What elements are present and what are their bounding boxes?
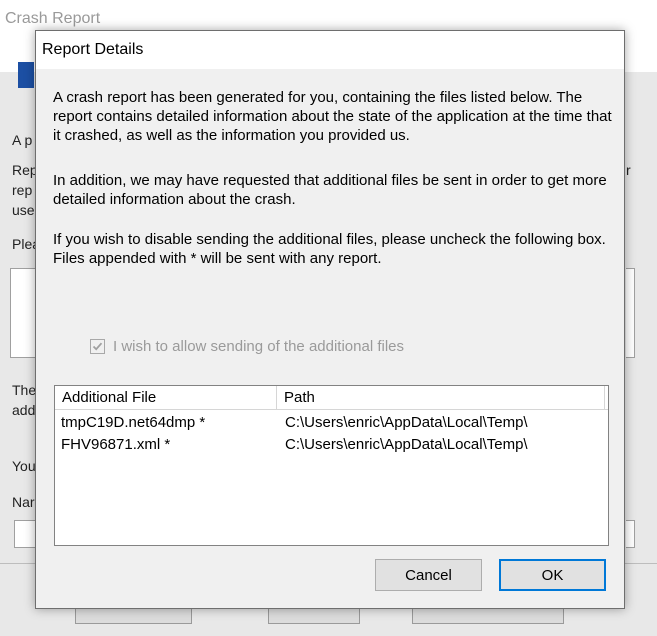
list-item[interactable]: tmpC19D.net64dmp * C:\Users\enric\AppDat…	[55, 412, 608, 434]
bg-label-6: The	[12, 382, 37, 398]
column-header-path[interactable]: Path	[277, 386, 605, 409]
column-header-additional-file[interactable]: Additional File	[55, 386, 277, 409]
bg-name-field-right	[626, 520, 635, 548]
checkmark-icon	[92, 342, 103, 351]
allow-additional-files-checkbox[interactable]	[90, 338, 105, 354]
bg-label-8: You	[12, 458, 36, 474]
bg-label-9: Nar	[12, 494, 35, 510]
file-name-cell: FHV96871.xml *	[61, 436, 171, 453]
ok-button[interactable]: OK	[499, 559, 606, 591]
report-details-dialog: Report Details A crash report has been g…	[35, 30, 625, 609]
dialog-title: Report Details	[42, 41, 144, 58]
allow-additional-files-checkbox-row[interactable]: I wish to allow sending of the additiona…	[90, 336, 404, 356]
intro-paragraph: A crash report has been generated for yo…	[53, 89, 612, 144]
app-logo	[18, 62, 34, 88]
bg-textbox-right	[626, 268, 635, 358]
allow-additional-files-label: I wish to allow sending of the additiona…	[113, 337, 405, 355]
list-header: Additional File Path	[55, 386, 608, 410]
cancel-button[interactable]: Cancel	[375, 559, 482, 591]
bg-name-field	[14, 520, 35, 548]
additional-files-paragraph: In addition, we may have requested that …	[53, 172, 607, 208]
background-window-title: Crash Report	[5, 10, 101, 27]
bg-textbox	[10, 268, 35, 358]
list-item[interactable]: FHV96871.xml * C:\Users\enric\AppData\Lo…	[55, 434, 608, 456]
disable-instructions-paragraph: If you wish to disable sending the addit…	[53, 231, 606, 267]
bg-label-3: rep	[12, 182, 33, 198]
file-path-cell: C:\Users\enric\AppData\Local\Temp\	[285, 436, 528, 453]
bg-label-7: add	[12, 402, 36, 418]
file-name-cell: tmpC19D.net64dmp *	[61, 414, 206, 431]
bg-label-2: Rep	[12, 162, 38, 178]
bg-label-4: use	[12, 202, 35, 218]
bg-label-10: r	[626, 162, 631, 178]
additional-files-list[interactable]: Additional File Path tmpC19D.net64dmp * …	[54, 385, 609, 546]
bg-label-1: A p	[12, 132, 33, 148]
dialog-titlebar[interactable]: Report Details	[36, 31, 624, 69]
file-path-cell: C:\Users\enric\AppData\Local\Temp\	[285, 414, 528, 431]
